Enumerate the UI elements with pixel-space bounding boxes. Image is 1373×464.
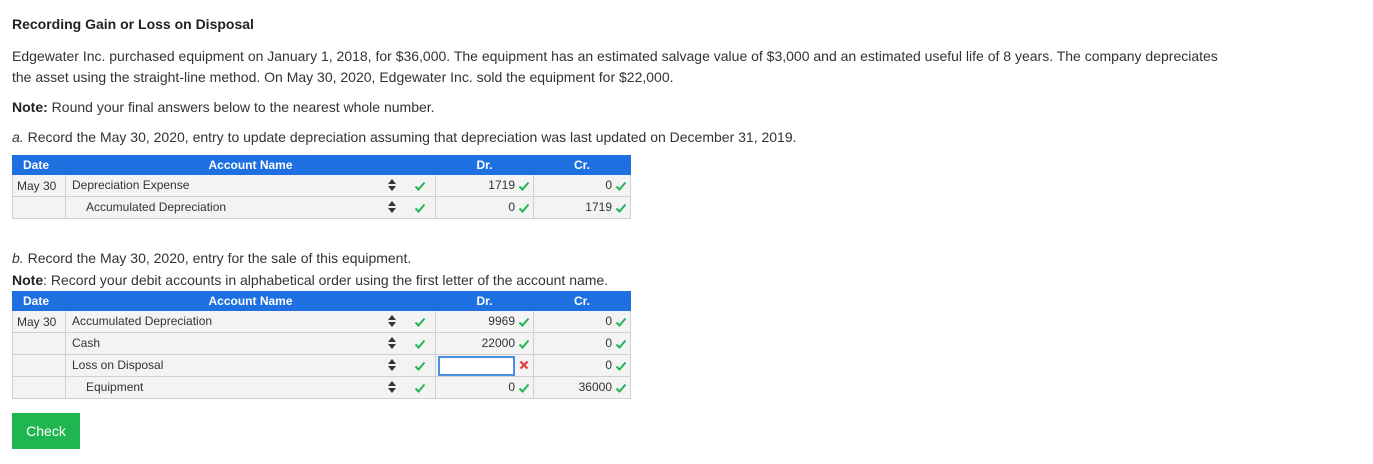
part-b-instruction: b. Record the May 30, 2020, entry for th… <box>12 248 411 269</box>
debit-input-box[interactable] <box>438 356 515 376</box>
page-title: Recording Gain or Loss on Disposal <box>12 16 254 32</box>
credit-input[interactable]: 0 <box>533 332 631 355</box>
header-date: Date <box>12 291 66 311</box>
check-icon <box>615 382 627 394</box>
table-row: Accumulated Depreciation 0 1719 <box>12 196 631 219</box>
credit-input[interactable]: 1719 <box>533 196 631 219</box>
note-debit-order: Note: Record your debit accounts in alph… <box>12 270 608 291</box>
note-text: : Record your debit accounts in alphabet… <box>43 272 609 288</box>
debit-input[interactable]: 9969 <box>435 310 534 333</box>
account-select[interactable]: Depreciation Expense <box>65 174 436 197</box>
part-b-letter: b. <box>12 250 24 266</box>
x-mark-icon <box>519 360 529 370</box>
credit-input[interactable]: 0 <box>533 354 631 377</box>
debit-input[interactable]: 0 <box>435 376 534 399</box>
select-arrows-icon[interactable] <box>388 358 396 372</box>
credit-input[interactable]: 36000 <box>533 376 631 399</box>
table-row: Cash 22000 0 <box>12 332 631 355</box>
check-icon <box>518 338 530 350</box>
account-select[interactable]: Accumulated Depreciation <box>65 310 436 333</box>
check-icon <box>518 382 530 394</box>
check-icon <box>414 382 426 394</box>
table-row: May 30 Depreciation Expense 1719 0 <box>12 174 631 197</box>
date-cell: May 30 <box>12 310 66 333</box>
debit-input[interactable]: 22000 <box>435 332 534 355</box>
check-icon <box>414 316 426 328</box>
credit-value: 36000 <box>578 380 612 394</box>
note-rounding: Note: Round your final answers below to … <box>12 97 435 118</box>
select-arrows-icon[interactable] <box>388 200 396 214</box>
date-cell <box>12 332 66 355</box>
check-icon <box>615 202 627 214</box>
check-icon <box>414 338 426 350</box>
header-debit: Dr. <box>435 155 534 175</box>
credit-value: 0 <box>605 358 612 372</box>
credit-value: 0 <box>605 314 612 328</box>
check-icon <box>518 316 530 328</box>
check-icon <box>414 202 426 214</box>
journal-table-a: Date Account Name Dr. Cr. May 30 Depreci… <box>12 155 631 219</box>
select-arrows-icon[interactable] <box>388 178 396 192</box>
note-label: Note <box>12 272 44 288</box>
header-date: Date <box>12 155 66 175</box>
debit-input[interactable] <box>435 354 534 377</box>
check-icon <box>518 202 530 214</box>
part-a-letter: a. <box>12 129 24 145</box>
account-select[interactable]: Equipment <box>65 376 436 399</box>
table-row: Loss on Disposal 0 <box>12 354 631 377</box>
debit-value: 22000 <box>481 336 515 350</box>
journal-table-b: Date Account Name Dr. Cr. May 30 Accumul… <box>12 291 631 399</box>
account-select[interactable]: Cash <box>65 332 436 355</box>
check-icon <box>414 180 426 192</box>
note-text: Round your final answers below to the ne… <box>47 99 435 115</box>
account-name: Depreciation Expense <box>72 178 190 192</box>
header-debit: Dr. <box>435 291 534 311</box>
select-arrows-icon[interactable] <box>388 336 396 350</box>
header-account-name: Account Name <box>65 155 436 175</box>
part-b-text: Record the May 30, 2020, entry for the s… <box>23 250 412 266</box>
check-icon <box>518 180 530 192</box>
debit-value: 9969 <box>488 314 515 328</box>
check-icon <box>414 360 426 372</box>
date-cell <box>12 376 66 399</box>
credit-value: 1719 <box>585 200 612 214</box>
part-a-text: Record the May 30, 2020, entry to update… <box>23 129 797 145</box>
note-label: Note: <box>12 99 48 115</box>
date-cell <box>12 354 66 377</box>
account-select[interactable]: Accumulated Depreciation <box>65 196 436 219</box>
debit-value: 0 <box>508 380 515 394</box>
check-button[interactable]: Check <box>12 413 80 449</box>
select-arrows-icon[interactable] <box>388 314 396 328</box>
table-row: Equipment 0 36000 <box>12 376 631 399</box>
account-name: Accumulated Depreciation <box>72 314 213 328</box>
date-cell <box>12 196 66 219</box>
header-credit: Cr. <box>533 291 631 311</box>
table-row: May 30 Accumulated Depreciation 9969 0 <box>12 310 631 333</box>
check-icon <box>615 180 627 192</box>
credit-value: 0 <box>605 336 612 350</box>
part-a-instruction: a. Record the May 30, 2020, entry to upd… <box>12 127 797 148</box>
debit-input[interactable]: 0 <box>435 196 534 219</box>
check-icon <box>615 338 627 350</box>
credit-value: 0 <box>605 178 612 192</box>
debit-input[interactable]: 1719 <box>435 174 534 197</box>
debit-value: 0 <box>508 200 515 214</box>
header-account-name: Account Name <box>65 291 436 311</box>
problem-text-line-1: Edgewater Inc. purchased equipment on Ja… <box>12 48 1218 64</box>
account-name: Accumulated Depreciation <box>86 200 227 214</box>
debit-value: 1719 <box>488 178 515 192</box>
select-arrows-icon[interactable] <box>388 380 396 394</box>
account-name: Loss on Disposal <box>72 358 164 372</box>
credit-input[interactable]: 0 <box>533 174 631 197</box>
credit-input[interactable]: 0 <box>533 310 631 333</box>
header-credit: Cr. <box>533 155 631 175</box>
account-name: Equipment <box>86 380 144 394</box>
check-icon <box>615 360 627 372</box>
problem-text-line-2: the asset using the straight-line method… <box>12 69 674 85</box>
account-select[interactable]: Loss on Disposal <box>65 354 436 377</box>
check-icon <box>615 316 627 328</box>
account-name: Cash <box>72 336 101 350</box>
date-cell: May 30 <box>12 174 66 197</box>
